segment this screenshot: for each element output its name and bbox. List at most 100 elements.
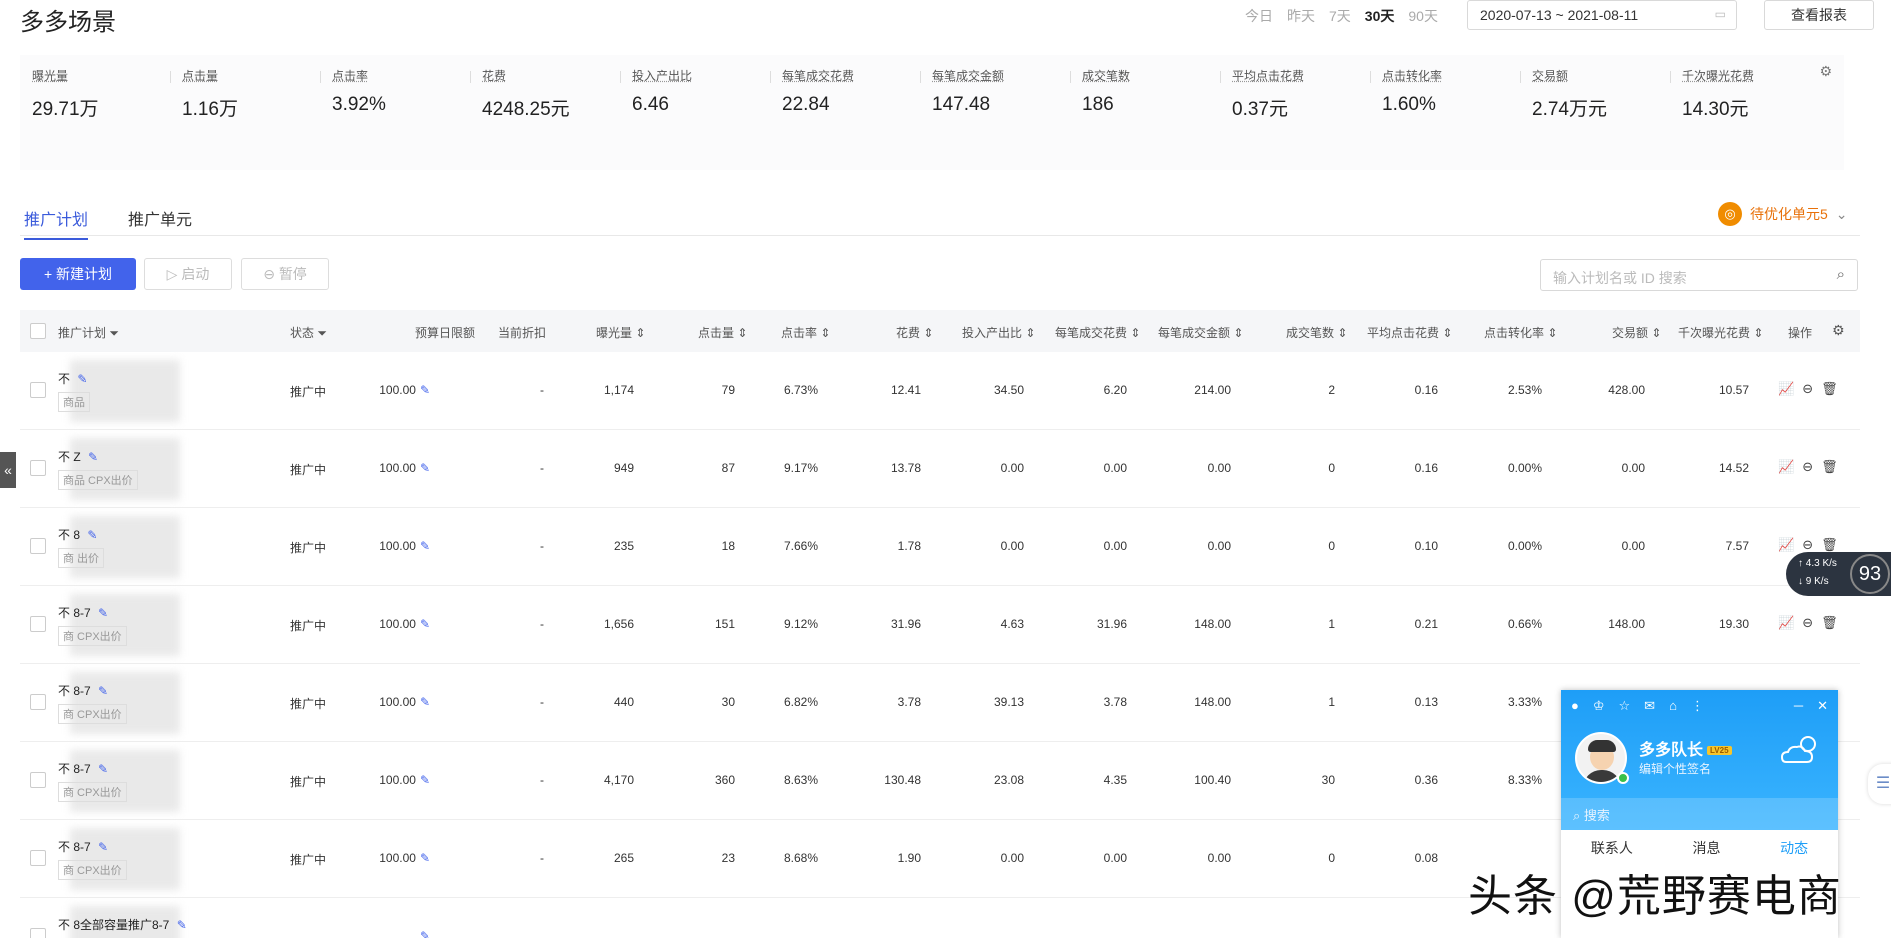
chart-icon[interactable]: 📈	[1778, 459, 1794, 475]
stat-label[interactable]: 交易额	[1532, 67, 1607, 84]
table-row[interactable]: 不 8-7 ✎ 商 CPX出价 推广中 100.00 ✎ - 1,656 151 9.12% 31…	[20, 586, 1860, 664]
row-checkbox[interactable]	[30, 460, 46, 476]
mail-icon[interactable]: ✉	[1644, 698, 1655, 714]
edit-icon[interactable]: ✎	[98, 840, 108, 854]
col-clicks[interactable]: 点击量 ⇕	[698, 324, 747, 341]
range-30d[interactable]: 30天	[1365, 6, 1395, 26]
tab-units[interactable]: 推广单元	[128, 206, 192, 230]
qq-tab-messages[interactable]: 消息	[1692, 838, 1720, 858]
plan-name[interactable]: 不 8-7 ✎	[58, 604, 108, 621]
row-checkbox[interactable]	[30, 850, 46, 866]
select-all-checkbox[interactable]	[30, 323, 46, 339]
delete-icon[interactable]: 🗑	[1821, 459, 1838, 475]
col-orders[interactable]: 成交笔数 ⇕	[1286, 324, 1347, 341]
stats-settings-gear-icon[interactable]: ⚙	[1819, 63, 1832, 80]
col-roi[interactable]: 投入产出比 ⇕	[962, 324, 1035, 341]
qq-signature[interactable]: 编辑个性签名	[1639, 760, 1711, 777]
qq-tab-feed[interactable]: 动态	[1780, 838, 1808, 858]
edit-budget-icon[interactable]: ✎	[420, 851, 430, 865]
col-status[interactable]: 状态 ⏷	[290, 324, 327, 341]
row-checkbox[interactable]	[30, 538, 46, 554]
col-gmv[interactable]: 交易额 ⇕	[1612, 324, 1661, 341]
plan-name[interactable]: 不 ✎	[58, 370, 87, 387]
stat-label[interactable]: 点击率	[332, 67, 386, 84]
message-icon[interactable]: ☰	[1868, 764, 1891, 804]
plan-name[interactable]: 不 Z ✎	[58, 448, 98, 465]
edit-budget-icon[interactable]: ✎	[420, 461, 430, 475]
stat-label[interactable]: 曝光量	[32, 67, 99, 84]
more-icon[interactable]: ⋮	[1691, 698, 1704, 714]
stat-label[interactable]: 花费	[482, 67, 570, 84]
new-plan-button[interactable]: + 新建计划	[20, 258, 136, 290]
plan-name[interactable]: 不 8-7 ✎	[58, 682, 108, 699]
row-checkbox[interactable]	[30, 928, 46, 938]
edit-icon[interactable]: ✎	[88, 450, 98, 464]
stat-label[interactable]: 每笔成交花费	[782, 67, 854, 84]
plan-name[interactable]: 不 8-7 ✎	[58, 760, 108, 777]
pause-row-icon[interactable]: ⊖	[1802, 381, 1813, 397]
stat-label[interactable]: 投入产出比	[632, 67, 692, 84]
qq-search-input[interactable]: ⌕ 搜索	[1561, 798, 1838, 830]
range-90d[interactable]: 90天	[1408, 6, 1438, 26]
plan-name[interactable]: 不 8 ✎	[58, 526, 97, 543]
col-cpo[interactable]: 每笔成交花费 ⇕	[1055, 324, 1140, 341]
search-icon[interactable]: ⌕	[1837, 266, 1845, 283]
edit-budget-icon[interactable]: ✎	[420, 929, 430, 938]
stat-label[interactable]: 点击量	[182, 67, 238, 84]
col-impressions[interactable]: 曝光量 ⇕	[596, 324, 645, 341]
range-today[interactable]: 今日	[1245, 6, 1273, 26]
edit-icon[interactable]: ✎	[98, 606, 108, 620]
qq-tab-contacts[interactable]: 联系人	[1591, 838, 1633, 858]
edit-budget-icon[interactable]: ✎	[420, 539, 430, 553]
pause-row-icon[interactable]: ⊖	[1802, 459, 1813, 475]
delete-icon[interactable]: 🗑	[1821, 537, 1838, 553]
pause-button[interactable]: ⊖ 暂停	[241, 258, 329, 290]
edit-budget-icon[interactable]: ✎	[420, 617, 430, 631]
edit-icon[interactable]: ✎	[98, 684, 108, 698]
qq-logo-icon[interactable]: ●	[1571, 698, 1579, 714]
table-row[interactable]: 不 Z ✎ 商品 CPX出价 推广中 100.00 ✎ - 949 87 9.17% 13.78 0…	[20, 430, 1860, 508]
edit-budget-icon[interactable]: ✎	[420, 695, 430, 709]
shirt-icon[interactable]: ♔	[1593, 698, 1605, 714]
edit-icon[interactable]: ✎	[177, 918, 187, 932]
plan-name[interactable]: 不 8-7 ✎	[58, 838, 108, 855]
plan-search-input[interactable]: 输入计划名或 ID 搜索 ⌕	[1540, 259, 1858, 291]
row-checkbox[interactable]	[30, 772, 46, 788]
col-aov[interactable]: 每笔成交金额 ⇕	[1158, 324, 1243, 341]
stat-label[interactable]: 每笔成交金额	[932, 67, 1004, 84]
col-cvr[interactable]: 点击转化率 ⇕	[1484, 324, 1557, 341]
edit-budget-icon[interactable]: ✎	[420, 773, 430, 787]
table-row[interactable]: 不 8 ✎ 商 出价 推广中 100.00 ✎ - 235 18 7.66% 1.78 0.00 0.…	[20, 508, 1860, 586]
col-cost[interactable]: 花费 ⇕	[896, 324, 933, 341]
col-plan[interactable]: 推广计划 ⏷	[58, 324, 119, 341]
weather-icon[interactable]	[1778, 732, 1824, 768]
collapse-sidebar-icon[interactable]: «	[0, 452, 16, 488]
col-cpc[interactable]: 平均点击花费 ⇕	[1367, 324, 1452, 341]
row-checkbox[interactable]	[30, 616, 46, 632]
stat-label[interactable]: 平均点击花费	[1232, 67, 1304, 84]
close-icon[interactable]: ✕	[1817, 698, 1828, 714]
column-settings-gear-icon[interactable]: ⚙	[1832, 322, 1845, 339]
delete-icon[interactable]: 🗑	[1821, 381, 1838, 397]
range-7d[interactable]: 7天	[1329, 6, 1351, 26]
chart-icon[interactable]: 📈	[1778, 537, 1794, 553]
row-checkbox[interactable]	[30, 694, 46, 710]
edit-icon[interactable]: ✎	[77, 372, 87, 386]
minimize-icon[interactable]: ─	[1794, 698, 1803, 714]
edit-budget-icon[interactable]: ✎	[420, 383, 430, 397]
pause-row-icon[interactable]: ⊖	[1802, 615, 1813, 631]
stat-label[interactable]: 成交笔数	[1082, 67, 1130, 84]
stat-label[interactable]: 千次曝光花费	[1682, 67, 1754, 84]
date-range-picker[interactable]: 2020-07-13 ~ 2021-08-11 ▭	[1467, 0, 1737, 30]
home-icon[interactable]: ⌂	[1669, 698, 1677, 714]
start-button[interactable]: ▷ 启动	[144, 258, 232, 290]
edit-icon[interactable]: ✎	[98, 762, 108, 776]
delete-icon[interactable]: 🗑	[1821, 615, 1838, 631]
stat-label[interactable]: 点击转化率	[1382, 67, 1442, 84]
view-report-button[interactable]: 查看报表	[1764, 0, 1874, 30]
chart-icon[interactable]: 📈	[1778, 381, 1794, 397]
pause-row-icon[interactable]: ⊖	[1802, 537, 1813, 553]
pending-optimize-dropdown[interactable]: ◎ 待优化单元5 ⌄	[1718, 202, 1848, 226]
edit-icon[interactable]: ✎	[87, 528, 97, 542]
plan-name[interactable]: 不 8全部容量推广8-7 ✎	[58, 916, 187, 933]
